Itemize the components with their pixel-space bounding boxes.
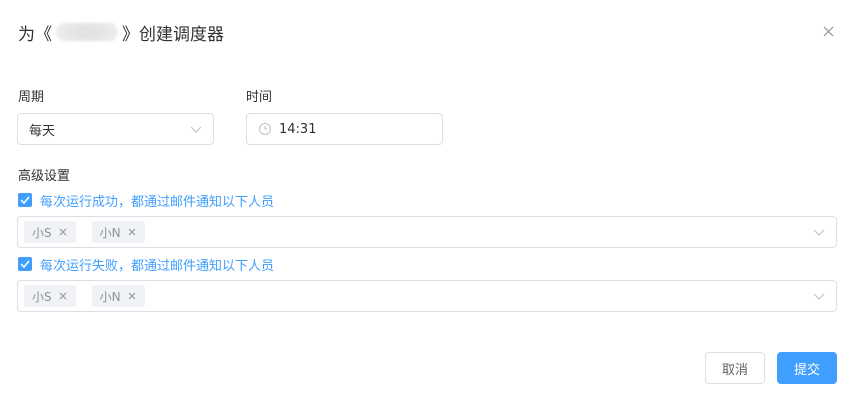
advanced-settings-label: 高级设置 (18, 169, 71, 184)
time-label: 时间 (246, 90, 273, 105)
check-icon (20, 260, 30, 268)
cancel-button[interactable]: 取消 (705, 352, 765, 384)
chevron-down-icon (190, 126, 202, 133)
check-icon (20, 196, 30, 204)
redacted-name (56, 23, 118, 41)
checkbox-checked[interactable] (18, 193, 32, 207)
dialog-title: 为《 》创建调度器 (18, 18, 224, 46)
recipient-tag-label: 小S (32, 225, 52, 240)
dialog-title-prefix: 为《 (18, 24, 52, 45)
close-button[interactable] (817, 20, 839, 42)
tag-close-icon[interactable] (127, 227, 137, 237)
create-scheduler-dialog: 为《 》创建调度器 周期 每天 时间 14:31 高级设置 每次运行成功，都通过… (0, 0, 855, 400)
period-select[interactable]: 每天 (17, 113, 214, 145)
tag-close-icon[interactable] (58, 227, 68, 237)
chevron-down-icon (813, 229, 825, 236)
time-picker[interactable]: 14:31 (246, 113, 443, 145)
notify-on-failure-checkbox[interactable]: 每次运行失败，都通过邮件通知以下人员 (18, 256, 275, 274)
success-recipients-select[interactable]: 小S 小N (17, 216, 837, 248)
notify-on-failure-label: 每次运行失败，都通过邮件通知以下人员 (40, 258, 275, 274)
chevron-down-icon (813, 293, 825, 300)
dialog-title-suffix: 》创建调度器 (122, 24, 224, 45)
recipient-tag: 小N (91, 221, 145, 243)
notify-on-success-checkbox[interactable]: 每次运行成功，都通过邮件通知以下人员 (18, 192, 275, 210)
recipient-tag: 小S (24, 221, 76, 243)
period-select-value: 每天 (29, 123, 56, 139)
recipient-tag-label: 小N (99, 225, 121, 240)
time-value: 14:31 (279, 121, 317, 137)
tag-close-icon[interactable] (58, 291, 68, 301)
tag-close-icon[interactable] (127, 291, 137, 301)
recipient-tag-label: 小S (32, 289, 52, 304)
recipient-tag: 小N (91, 285, 145, 307)
period-label: 周期 (18, 90, 45, 105)
checkbox-checked[interactable] (18, 257, 32, 271)
notify-on-success-label: 每次运行成功，都通过邮件通知以下人员 (40, 194, 275, 210)
clock-icon (258, 122, 272, 136)
submit-button[interactable]: 提交 (777, 352, 837, 384)
recipient-tag: 小S (24, 285, 76, 307)
close-icon (823, 26, 833, 36)
failure-recipients-select[interactable]: 小S 小N (17, 280, 837, 312)
recipient-tag-label: 小N (99, 289, 121, 304)
